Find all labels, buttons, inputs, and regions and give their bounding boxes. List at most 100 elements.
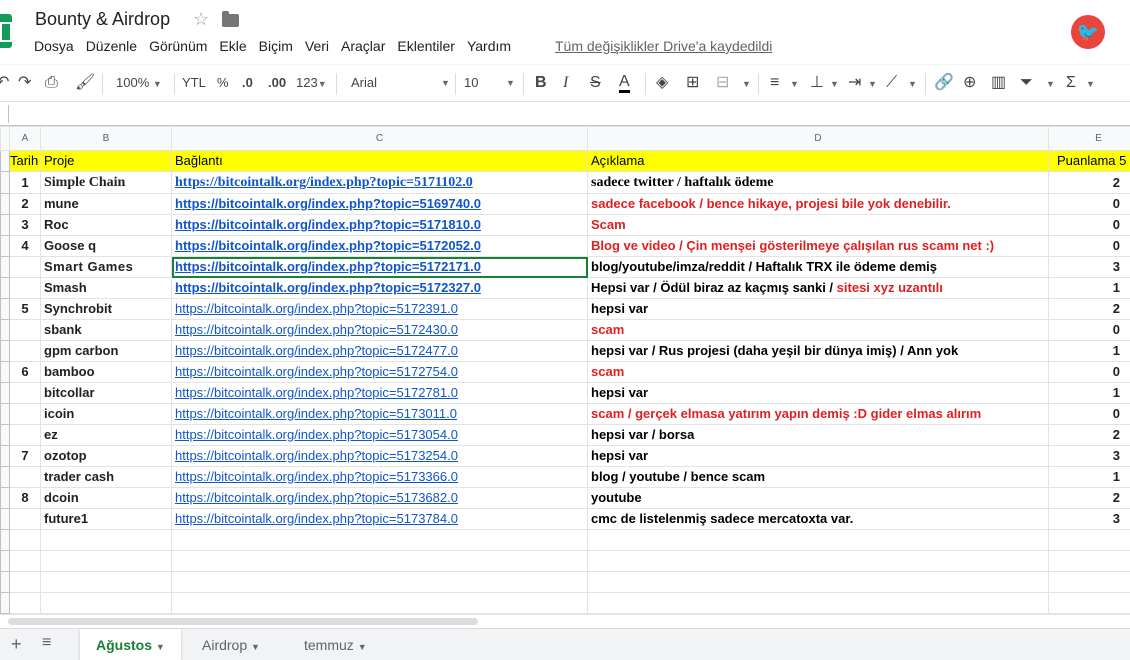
- link-icon[interactable]: 🔗: [934, 73, 954, 93]
- cell-aciklama-header[interactable]: Açıklama: [587, 150, 1049, 172]
- tab-temmuz[interactable]: temmuz ▼: [288, 629, 383, 660]
- column-header-c[interactable]: C: [171, 126, 588, 151]
- empty-cell[interactable]: [171, 592, 588, 614]
- cell-aciklama[interactable]: scam: [587, 361, 1049, 383]
- menu-gorunum[interactable]: Görünüm: [149, 38, 207, 54]
- cell-proje[interactable]: Smart Games: [40, 256, 172, 278]
- cell-puanlama[interactable]: 0: [1048, 193, 1130, 215]
- menu-araclar[interactable]: Araçlar: [341, 38, 385, 54]
- cell-aciklama[interactable]: blog/youtube/imza/reddit / Haftalık TRX …: [587, 256, 1049, 278]
- cell-puanlama[interactable]: 2: [1048, 424, 1130, 446]
- cell-aciklama[interactable]: Blog ve video / Çin menşei gösterilmeye …: [587, 235, 1049, 257]
- cell-puanlama[interactable]: 0: [1048, 214, 1130, 236]
- column-header-d[interactable]: D: [587, 126, 1049, 151]
- topic-link[interactable]: https://bitcointalk.org/index.php?topic=…: [175, 469, 458, 484]
- cell-baglanti[interactable]: https://bitcointalk.org/index.php?topic=…: [171, 487, 588, 509]
- font-select[interactable]: Arial ▼: [351, 74, 451, 92]
- row-header[interactable]: [0, 235, 10, 257]
- empty-cell[interactable]: [171, 550, 588, 572]
- cell-proje[interactable]: trader cash: [40, 466, 172, 488]
- cell-aciklama[interactable]: Scam: [587, 214, 1049, 236]
- cell-tarih[interactable]: 2: [9, 193, 41, 215]
- cell-tarih[interactable]: 8: [9, 487, 41, 509]
- empty-cell[interactable]: [587, 529, 1049, 551]
- row-header[interactable]: [0, 508, 10, 530]
- empty-cell[interactable]: [9, 550, 41, 572]
- cell-proje[interactable]: mune: [40, 193, 172, 215]
- cell-aciklama[interactable]: sadece twitter / haftalık ödeme: [587, 171, 1049, 194]
- cell-baglanti[interactable]: https://bitcointalk.org/index.php?topic=…: [171, 508, 588, 530]
- cell-baglanti[interactable]: https://bitcointalk.org/index.php?topic=…: [171, 214, 588, 236]
- increase-decimal-button[interactable]: .00: [268, 74, 286, 92]
- empty-cell[interactable]: [40, 592, 172, 614]
- cell-proje[interactable]: Goose q: [40, 235, 172, 257]
- cell-tarih[interactable]: [9, 382, 41, 404]
- topic-link[interactable]: https://bitcointalk.org/index.php?topic=…: [175, 448, 458, 463]
- cell-tarih[interactable]: [9, 340, 41, 362]
- row-header[interactable]: [0, 571, 10, 593]
- column-header-b[interactable]: B: [40, 126, 172, 151]
- horizontal-scrollbar[interactable]: [0, 614, 1130, 628]
- empty-cell[interactable]: [40, 550, 172, 572]
- empty-cell[interactable]: [1048, 550, 1130, 572]
- empty-cell[interactable]: [1048, 592, 1130, 614]
- bold-icon[interactable]: B: [535, 73, 547, 93]
- formula-bar[interactable]: [0, 102, 1130, 126]
- paint-format-icon[interactable]: 🖌: [75, 73, 95, 93]
- cell-tarih[interactable]: 3: [9, 214, 41, 236]
- cell-tarih[interactable]: [9, 466, 41, 488]
- cell-tarih[interactable]: 5: [9, 298, 41, 320]
- cell-tarih[interactable]: [9, 403, 41, 425]
- avatar[interactable]: 🐦: [1071, 15, 1105, 49]
- cell-baglanti[interactable]: https://bitcointalk.org/index.php?topic=…: [171, 403, 588, 425]
- cell-aciklama[interactable]: scam: [587, 319, 1049, 341]
- menu-yardim[interactable]: Yardım: [467, 38, 511, 54]
- row-header[interactable]: [0, 466, 10, 488]
- save-status[interactable]: Tüm değişiklikler Drive'a kaydedildi: [555, 38, 772, 54]
- cell-puanlama[interactable]: 0: [1048, 361, 1130, 383]
- empty-cell[interactable]: [587, 550, 1049, 572]
- font-size-select[interactable]: 10 ▼: [464, 74, 516, 92]
- cell-puanlama[interactable]: 1: [1048, 340, 1130, 362]
- row-header[interactable]: [0, 340, 10, 362]
- cell-proje[interactable]: ozotop: [40, 445, 172, 467]
- cell-puanlama[interactable]: 2: [1048, 298, 1130, 320]
- cell-proje[interactable]: future1: [40, 508, 172, 530]
- topic-link[interactable]: https://bitcointalk.org/index.php?topic=…: [175, 196, 481, 211]
- chart-icon[interactable]: ▥: [991, 73, 1006, 93]
- empty-cell[interactable]: [587, 571, 1049, 593]
- star-icon[interactable]: ☆: [193, 9, 209, 30]
- cell-aciklama[interactable]: sadece facebook / bence hikaye, projesi …: [587, 193, 1049, 215]
- row-header[interactable]: [0, 150, 10, 172]
- cell-puanlama-header[interactable]: Puanlama 5: [1048, 150, 1130, 172]
- cell-baglanti[interactable]: https://bitcointalk.org/index.php?topic=…: [171, 340, 588, 362]
- cell-tarih[interactable]: [9, 508, 41, 530]
- cell-puanlama[interactable]: 0: [1048, 403, 1130, 425]
- number-format-select[interactable]: 123▼: [296, 74, 327, 93]
- cell-aciklama[interactable]: youtube: [587, 487, 1049, 509]
- cell-aciklama[interactable]: hepsi var: [587, 445, 1049, 467]
- empty-cell[interactable]: [9, 592, 41, 614]
- cell-proje[interactable]: bamboo: [40, 361, 172, 383]
- select-all-corner[interactable]: [0, 126, 10, 151]
- row-header[interactable]: [0, 171, 10, 194]
- row-header[interactable]: [0, 445, 10, 467]
- cell-proje-header[interactable]: Proje: [40, 150, 172, 172]
- row-header[interactable]: [0, 487, 10, 509]
- cell-puanlama[interactable]: 1: [1048, 466, 1130, 488]
- cell-tarih[interactable]: [9, 319, 41, 341]
- cell-proje[interactable]: ez: [40, 424, 172, 446]
- row-header[interactable]: [0, 529, 10, 551]
- cell-proje[interactable]: sbank: [40, 319, 172, 341]
- cell-tarih[interactable]: [9, 424, 41, 446]
- row-header[interactable]: [0, 403, 10, 425]
- cell-baglanti[interactable]: https://bitcointalk.org/index.php?topic=…: [171, 235, 588, 257]
- document-title[interactable]: Bounty & Airdrop: [35, 9, 170, 30]
- menu-ekle[interactable]: Ekle: [219, 38, 246, 54]
- cell-baglanti[interactable]: https://bitcointalk.org/index.php?topic=…: [171, 298, 588, 320]
- cell-tarih-header[interactable]: Tarih: [9, 150, 41, 172]
- empty-cell[interactable]: [40, 571, 172, 593]
- topic-link[interactable]: https://bitcointalk.org/index.php?topic=…: [175, 175, 473, 190]
- column-header-e[interactable]: E: [1048, 126, 1130, 151]
- empty-cell[interactable]: [9, 571, 41, 593]
